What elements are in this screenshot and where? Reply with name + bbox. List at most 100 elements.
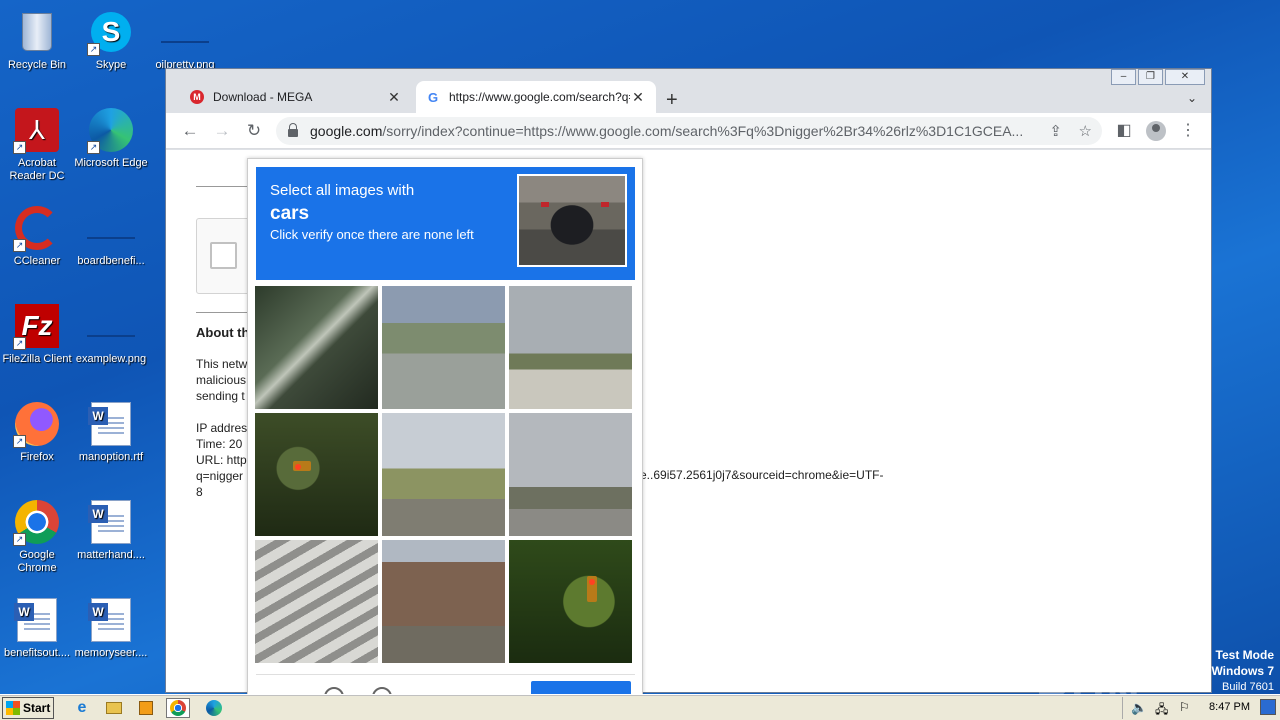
side-panel-icon[interactable]: ◧ — [1112, 119, 1136, 143]
desktop-icon-label: boardbenefi... — [77, 255, 145, 267]
challenge-hint: Click verify once there are none left — [270, 227, 474, 242]
desktop-icon-label: benefitsout.... — [3, 647, 71, 659]
grid-tile[interactable] — [255, 540, 378, 663]
word-document-icon: W — [13, 596, 61, 644]
taskbar: Start e 🔈 🖧 ⚐ 8:47 PM — [0, 694, 1280, 720]
recaptcha-challenge: Select all images with cars Click verify… — [247, 158, 643, 711]
show-desktop-button[interactable] — [1260, 699, 1276, 715]
desktop-icon-firefox[interactable]: ↗ Firefox — [0, 400, 74, 464]
explorer-taskbar-icon[interactable] — [102, 698, 126, 718]
back-arrow-icon[interactable]: ← — [178, 119, 202, 143]
desktop-icon-label: matterhand.... — [77, 549, 145, 561]
filezilla-icon: Fz ↗ — [13, 302, 61, 350]
grid-tile[interactable] — [255, 286, 378, 409]
desktop-icon-oilpretty[interactable]: oilpretty.png — [148, 8, 222, 72]
desktop-icon-ccleaner[interactable]: ↗ CCleaner — [0, 204, 74, 268]
mega-favicon-icon: M — [190, 90, 204, 104]
volume-icon[interactable]: 🔈 — [1131, 700, 1147, 716]
word-document-icon: W — [87, 498, 135, 546]
desktop-icon-chrome[interactable]: ↗ Google Chrome — [0, 498, 74, 575]
desktop-icon-memoryseer[interactable]: W memoryseer.... — [74, 596, 148, 660]
system-tray: 🔈 🖧 ⚐ 8:47 PM — [1122, 697, 1280, 719]
shortcut-arrow-icon: ↗ — [87, 43, 100, 56]
desktop-icon-skype[interactable]: S ↗ Skype — [74, 8, 148, 72]
chrome-taskbar-icon[interactable] — [166, 698, 190, 718]
tab-google-search[interactable]: G https://www.google.com/search?q= ✕ — [416, 81, 656, 113]
grid-tile[interactable] — [382, 286, 505, 409]
test-mode-notice: Test Mode Windows 7 Build 7601 — [1211, 648, 1274, 695]
start-label: Start — [23, 701, 51, 715]
google-favicon-icon: G — [427, 89, 439, 105]
desktop-icon-label: Firefox — [20, 451, 54, 463]
desktop-icon-label: CCleaner — [13, 255, 61, 267]
image-grid — [255, 286, 635, 663]
shortcut-arrow-icon: ↗ — [13, 337, 26, 350]
test-mode-line: Build 7601 — [1222, 681, 1274, 693]
share-icon[interactable]: ⇪ — [1049, 122, 1062, 140]
firefox-icon: ↗ — [13, 400, 61, 448]
tab-title: https://www.google.com/search?q= — [449, 90, 630, 104]
forward-arrow-icon[interactable]: → — [210, 119, 234, 143]
menu-kebab-icon[interactable]: ⋮ — [1176, 119, 1200, 143]
shortcut-arrow-icon: ↗ — [13, 141, 26, 154]
new-tab-icon[interactable]: + — [666, 89, 678, 112]
shortcut-arrow-icon: ↗ — [13, 239, 26, 252]
clock[interactable]: 8:47 PM — [1209, 701, 1250, 713]
test-mode-line: Windows 7 — [1211, 664, 1274, 678]
action-center-flag-icon[interactable]: ⚐ — [1179, 700, 1190, 714]
close-tab-icon[interactable]: ✕ — [386, 89, 402, 106]
grid-tile[interactable] — [255, 413, 378, 536]
shortcut-arrow-icon: ↗ — [13, 435, 26, 448]
desktop-icon-examplew[interactable]: examplew.png — [74, 302, 148, 366]
bookmark-star-icon[interactable]: ☆ — [1079, 122, 1092, 140]
windows-logo-icon — [6, 701, 20, 715]
browser-toolbar: ← → ↻ google.com/sorry/index?continue=ht… — [166, 113, 1211, 149]
grid-tile[interactable] — [382, 413, 505, 536]
desktop-icon-edge[interactable]: ↗ Microsoft Edge — [74, 106, 148, 170]
tab-bar: M Download - MEGA ✕ G https://www.google… — [166, 77, 1211, 113]
acrobat-icon: ⅄ ↗ — [13, 106, 61, 154]
tab-mega[interactable]: M Download - MEGA ✕ — [180, 81, 412, 113]
url-tail-text: e..69i57.2561j0j7&sourceid=chrome&ie=UTF… — [640, 468, 884, 482]
desktop-icon-label: manoption.rtf — [78, 451, 144, 463]
traffic-light-icon — [293, 461, 311, 471]
url-path: /sorry/index?continue=https://www.google… — [382, 123, 1024, 139]
desktop-icon-manoption[interactable]: W manoption.rtf — [74, 400, 148, 464]
edge-taskbar-icon[interactable] — [202, 698, 226, 718]
recycle-bin-icon — [13, 8, 61, 56]
challenge-header: Select all images with cars Click verify… — [256, 167, 635, 280]
image-file-icon — [161, 8, 209, 56]
test-mode-line: Test Mode — [1215, 648, 1274, 662]
desktop-icon-boardbenefi[interactable]: boardbenefi... — [74, 204, 148, 268]
shortcut-arrow-icon: ↗ — [87, 141, 100, 154]
desktop-icon-label: Microsoft Edge — [74, 157, 148, 169]
recaptcha-checkbox[interactable] — [210, 242, 237, 269]
challenge-instruction: Select all images with — [270, 182, 415, 199]
desktop-icon-matterhand[interactable]: W matterhand.... — [74, 498, 148, 562]
close-tab-icon[interactable]: ✕ — [630, 89, 646, 106]
desktop-icon-acrobat[interactable]: ⅄ ↗ Acrobat Reader DC — [0, 106, 74, 183]
challenge-target: cars — [270, 203, 310, 224]
desktop-icon-benefitsout[interactable]: W benefitsout.... — [0, 596, 74, 660]
ie-taskbar-icon[interactable]: e — [70, 698, 94, 718]
grid-tile[interactable] — [509, 286, 632, 409]
profile-avatar-icon[interactable] — [1144, 119, 1168, 143]
media-player-taskbar-icon[interactable] — [134, 698, 158, 718]
desktop-icon-label: Google Chrome — [17, 549, 57, 574]
edge-icon: ↗ — [87, 106, 135, 154]
image-file-icon — [87, 302, 135, 350]
desktop-icon-label: Skype — [95, 59, 127, 71]
reload-icon[interactable]: ↻ — [242, 119, 266, 143]
grid-tile[interactable] — [382, 540, 505, 663]
tab-search-chevron-icon[interactable]: ⌄ — [1187, 91, 1197, 105]
grid-tile[interactable] — [509, 540, 632, 663]
start-button[interactable]: Start — [2, 697, 54, 719]
traffic-light-icon — [587, 576, 597, 602]
address-bar[interactable]: google.com/sorry/index?continue=https://… — [276, 117, 1102, 145]
desktop-icon-filezilla[interactable]: Fz ↗ FileZilla Client — [0, 302, 74, 366]
network-icon[interactable]: 🖧 — [1155, 700, 1168, 720]
grid-tile[interactable] — [509, 413, 632, 536]
skype-icon: S ↗ — [87, 8, 135, 56]
word-document-icon: W — [87, 400, 135, 448]
desktop-icon-recycle-bin[interactable]: Recycle Bin — [0, 8, 74, 72]
